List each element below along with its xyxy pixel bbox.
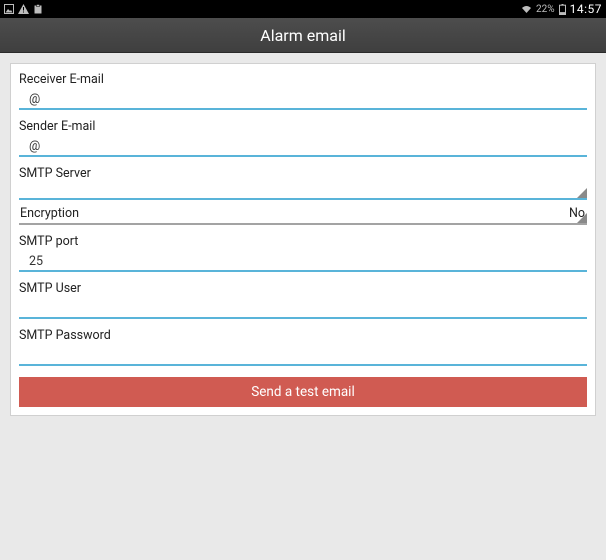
smtp-user-input[interactable] [19,301,587,319]
field-sender: Sender E-mail [19,117,587,157]
chevron-down-icon [577,188,587,198]
clock: 14:57 [570,2,602,16]
field-smtp-user: SMTP User [19,279,587,319]
smtp-port-input[interactable] [19,254,587,272]
image-icon [4,4,14,14]
sender-label: Sender E-mail [19,117,587,135]
chevron-down-icon [577,213,587,223]
app-header: Alarm email [0,18,606,53]
smtp-server-dropdown[interactable] [19,182,587,200]
page-body: Receiver E-mail Sender E-mail SMTP Serve… [0,53,606,426]
warning-icon [18,4,29,14]
field-receiver: Receiver E-mail [19,70,587,110]
smtp-password-label: SMTP Password [19,326,587,344]
smtp-password-input[interactable] [19,348,587,366]
clipboard-icon [33,4,43,14]
send-test-email-button[interactable]: Send a test email [19,377,587,407]
battery-percentage: 22% [536,4,555,15]
field-encryption: Encryption No [19,207,587,225]
battery-icon [559,4,566,15]
form-card: Receiver E-mail Sender E-mail SMTP Serve… [10,63,596,416]
status-right: 22% 14:57 [521,2,602,16]
field-smtp-server: SMTP Server [19,164,587,200]
smtp-user-label: SMTP User [19,279,587,297]
status-bar: 22% 14:57 [0,0,606,18]
field-smtp-password: SMTP Password [19,326,587,366]
encryption-label: Encryption [20,206,79,221]
receiver-label: Receiver E-mail [19,70,587,88]
page-title: Alarm email [260,26,345,45]
encryption-dropdown[interactable]: Encryption No [19,207,587,225]
field-smtp-port: SMTP port [19,232,587,272]
receiver-input[interactable] [19,92,587,110]
smtp-port-label: SMTP port [19,232,587,250]
sender-input[interactable] [19,139,587,157]
status-left [4,4,43,14]
smtp-server-label: SMTP Server [19,164,587,182]
wifi-icon [521,5,532,14]
